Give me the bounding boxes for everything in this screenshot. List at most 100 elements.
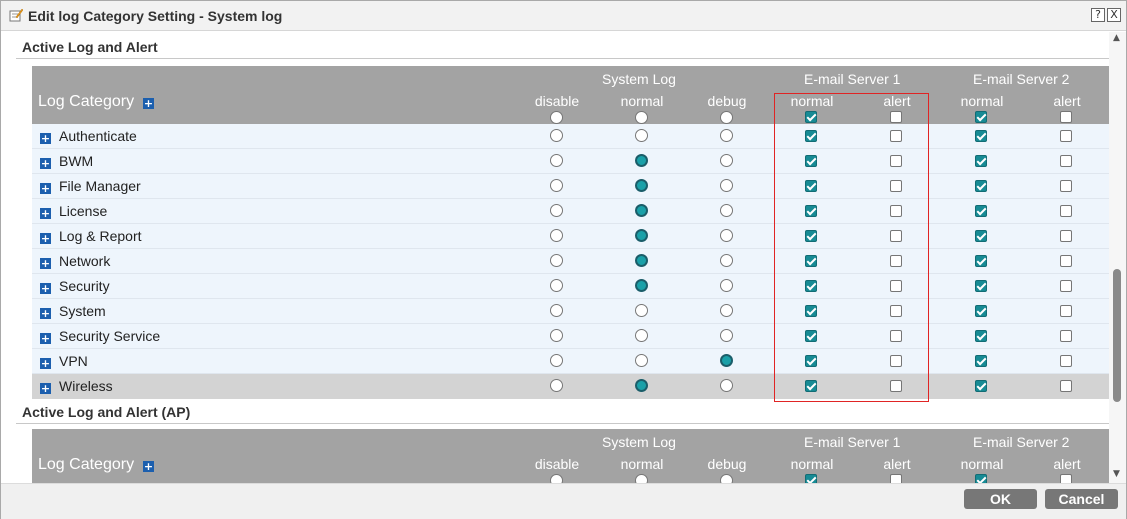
scroll-down-arrow-icon[interactable]: ▼ bbox=[1113, 469, 1120, 479]
log-category-row[interactable]: + License bbox=[32, 199, 1109, 224]
email2-normal-checkbox[interactable] bbox=[975, 230, 987, 242]
header-radio-disable[interactable] bbox=[550, 111, 563, 124]
ok-button[interactable]: OK bbox=[964, 489, 1037, 509]
expand-row-icon[interactable]: + bbox=[40, 208, 51, 219]
email1-normal-checkbox[interactable] bbox=[805, 380, 817, 392]
email2-alert-checkbox[interactable] bbox=[1060, 380, 1072, 392]
system-log-normal-radio[interactable] bbox=[635, 254, 648, 267]
expand-all-icon[interactable]: + bbox=[143, 461, 154, 472]
expand-row-icon[interactable]: + bbox=[40, 133, 51, 144]
scroll-thumb[interactable] bbox=[1113, 269, 1121, 402]
expand-row-icon[interactable]: + bbox=[40, 283, 51, 294]
header-checkbox-e1-normal[interactable] bbox=[805, 474, 817, 483]
email2-alert-checkbox[interactable] bbox=[1060, 205, 1072, 217]
vertical-scrollbar[interactable]: ▲ ▼ bbox=[1109, 32, 1126, 483]
help-button[interactable]: ? bbox=[1091, 8, 1105, 22]
email2-alert-checkbox[interactable] bbox=[1060, 330, 1072, 342]
email2-normal-checkbox[interactable] bbox=[975, 355, 987, 367]
system-log-disable-radio[interactable] bbox=[550, 154, 563, 167]
email1-alert-checkbox[interactable] bbox=[890, 355, 902, 367]
system-log-debug-radio[interactable] bbox=[720, 154, 733, 167]
close-button[interactable]: X bbox=[1107, 8, 1121, 22]
system-log-normal-radio[interactable] bbox=[635, 379, 648, 392]
system-log-debug-radio[interactable] bbox=[720, 379, 733, 392]
system-log-disable-radio[interactable] bbox=[550, 279, 563, 292]
email1-alert-checkbox[interactable] bbox=[890, 205, 902, 217]
expand-row-icon[interactable]: + bbox=[40, 358, 51, 369]
email2-alert-checkbox[interactable] bbox=[1060, 255, 1072, 267]
system-log-disable-radio[interactable] bbox=[550, 379, 563, 392]
system-log-debug-radio[interactable] bbox=[720, 179, 733, 192]
email1-normal-checkbox[interactable] bbox=[805, 280, 817, 292]
header-checkbox-e2-alert[interactable] bbox=[1060, 111, 1072, 123]
system-log-normal-radio[interactable] bbox=[635, 154, 648, 167]
email2-normal-checkbox[interactable] bbox=[975, 380, 987, 392]
header-radio-normal[interactable] bbox=[635, 474, 648, 483]
expand-all-icon[interactable]: + bbox=[143, 98, 154, 109]
email1-normal-checkbox[interactable] bbox=[805, 205, 817, 217]
system-log-normal-radio[interactable] bbox=[635, 329, 648, 342]
email1-alert-checkbox[interactable] bbox=[890, 305, 902, 317]
header-radio-disable[interactable] bbox=[550, 474, 563, 483]
cancel-button[interactable]: Cancel bbox=[1045, 489, 1118, 509]
system-log-normal-radio[interactable] bbox=[635, 354, 648, 367]
email1-normal-checkbox[interactable] bbox=[805, 255, 817, 267]
log-category-row[interactable]: + Security Service bbox=[32, 324, 1109, 349]
system-log-debug-radio[interactable] bbox=[720, 304, 733, 317]
expand-row-icon[interactable]: + bbox=[40, 258, 51, 269]
email1-alert-checkbox[interactable] bbox=[890, 330, 902, 342]
system-log-normal-radio[interactable] bbox=[635, 204, 648, 217]
header-checkbox-e1-normal[interactable] bbox=[805, 111, 817, 123]
email1-alert-checkbox[interactable] bbox=[890, 380, 902, 392]
email1-alert-checkbox[interactable] bbox=[890, 280, 902, 292]
expand-row-icon[interactable]: + bbox=[40, 183, 51, 194]
system-log-debug-radio[interactable] bbox=[720, 204, 733, 217]
header-checkbox-e2-normal[interactable] bbox=[975, 474, 987, 483]
email1-normal-checkbox[interactable] bbox=[805, 305, 817, 317]
header-radio-normal[interactable] bbox=[635, 111, 648, 124]
email2-normal-checkbox[interactable] bbox=[975, 130, 987, 142]
email2-alert-checkbox[interactable] bbox=[1060, 355, 1072, 367]
system-log-normal-radio[interactable] bbox=[635, 279, 648, 292]
scroll-up-arrow-icon[interactable]: ▲ bbox=[1113, 33, 1120, 43]
header-checkbox-e1-alert[interactable] bbox=[890, 111, 902, 123]
system-log-normal-radio[interactable] bbox=[635, 179, 648, 192]
system-log-debug-radio[interactable] bbox=[720, 279, 733, 292]
system-log-debug-radio[interactable] bbox=[720, 229, 733, 242]
system-log-disable-radio[interactable] bbox=[550, 354, 563, 367]
header-radio-debug[interactable] bbox=[720, 111, 733, 124]
email1-normal-checkbox[interactable] bbox=[805, 130, 817, 142]
email2-alert-checkbox[interactable] bbox=[1060, 230, 1072, 242]
system-log-disable-radio[interactable] bbox=[550, 304, 563, 317]
system-log-debug-radio[interactable] bbox=[720, 254, 733, 267]
email1-alert-checkbox[interactable] bbox=[890, 255, 902, 267]
system-log-normal-radio[interactable] bbox=[635, 304, 648, 317]
email2-alert-checkbox[interactable] bbox=[1060, 305, 1072, 317]
log-category-row[interactable]: + VPN bbox=[32, 349, 1109, 374]
system-log-disable-radio[interactable] bbox=[550, 179, 563, 192]
system-log-debug-radio[interactable] bbox=[720, 129, 733, 142]
log-category-row[interactable]: + Network bbox=[32, 249, 1109, 274]
header-radio-debug[interactable] bbox=[720, 474, 733, 483]
email2-alert-checkbox[interactable] bbox=[1060, 130, 1072, 142]
email2-normal-checkbox[interactable] bbox=[975, 280, 987, 292]
email2-normal-checkbox[interactable] bbox=[975, 255, 987, 267]
email1-alert-checkbox[interactable] bbox=[890, 130, 902, 142]
log-category-row[interactable]: + BWM bbox=[32, 149, 1109, 174]
header-checkbox-e1-alert[interactable] bbox=[890, 474, 902, 483]
log-category-row[interactable]: + System bbox=[32, 299, 1109, 324]
system-log-disable-radio[interactable] bbox=[550, 129, 563, 142]
email2-normal-checkbox[interactable] bbox=[975, 155, 987, 167]
system-log-normal-radio[interactable] bbox=[635, 229, 648, 242]
system-log-normal-radio[interactable] bbox=[635, 129, 648, 142]
email1-normal-checkbox[interactable] bbox=[805, 155, 817, 167]
log-category-row[interactable]: + Log & Report bbox=[32, 224, 1109, 249]
log-category-row[interactable]: + Authenticate bbox=[32, 124, 1109, 149]
log-category-row[interactable]: + Wireless bbox=[32, 374, 1109, 399]
email2-normal-checkbox[interactable] bbox=[975, 205, 987, 217]
email2-alert-checkbox[interactable] bbox=[1060, 155, 1072, 167]
expand-row-icon[interactable]: + bbox=[40, 333, 51, 344]
log-category-row[interactable]: + File Manager bbox=[32, 174, 1109, 199]
email2-normal-checkbox[interactable] bbox=[975, 180, 987, 192]
system-log-disable-radio[interactable] bbox=[550, 254, 563, 267]
